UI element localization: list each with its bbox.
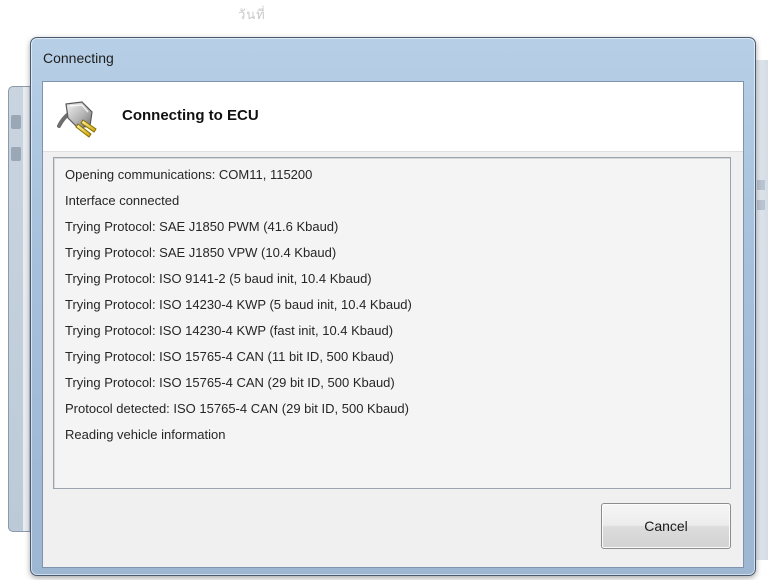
parent-window-edge-mark xyxy=(757,200,765,210)
screen: วันที่ Connecting Connecting to ECU Open… xyxy=(0,0,768,580)
cancel-button[interactable]: Cancel xyxy=(601,503,731,549)
log-line: Trying Protocol: ISO 9141-2 (5 baud init… xyxy=(65,271,372,286)
parent-window-edge-mark xyxy=(757,180,765,190)
log-line: Interface connected xyxy=(65,193,180,208)
log-line: Trying Protocol: SAE J1850 VPW (10.4 Kba… xyxy=(65,245,337,260)
log-line: Trying Protocol: ISO 15765-4 CAN (11 bit… xyxy=(65,349,394,364)
dialog-header: Connecting to ECU xyxy=(43,82,743,152)
log-line: Opening communications: COM11, 115200 xyxy=(65,167,313,182)
parent-window-strip xyxy=(23,87,29,531)
plug-connector-icon xyxy=(57,101,97,138)
header-title: Connecting to ECU xyxy=(122,107,259,124)
log-line: Trying Protocol: ISO 14230-4 KWP (fast i… xyxy=(65,323,394,338)
parent-window-control xyxy=(11,115,21,129)
log-line: Protocol detected: ISO 15765-4 CAN (29 b… xyxy=(65,401,409,416)
parent-window-edge xyxy=(754,60,768,560)
title-bar[interactable]: Connecting xyxy=(31,38,755,80)
connecting-dialog: Connecting Connecting to ECU Opening com… xyxy=(30,37,756,576)
log-line: Trying Protocol: ISO 14230-4 KWP (5 baud… xyxy=(65,297,412,312)
log-line: Trying Protocol: SAE J1850 PWM (41.6 Kba… xyxy=(65,219,339,234)
parent-window-control xyxy=(11,147,21,161)
connection-log[interactable]: Opening communications: COM11, 115200 In… xyxy=(53,157,731,489)
button-bar: Cancel xyxy=(43,493,743,567)
background-text-fragment: วันที่ xyxy=(238,7,266,22)
log-line: Trying Protocol: ISO 15765-4 CAN (29 bit… xyxy=(65,375,395,390)
dialog-client-area: Connecting to ECU Opening communications… xyxy=(42,81,744,568)
window-title: Connecting xyxy=(43,50,114,66)
log-line: Reading vehicle information xyxy=(65,427,226,442)
